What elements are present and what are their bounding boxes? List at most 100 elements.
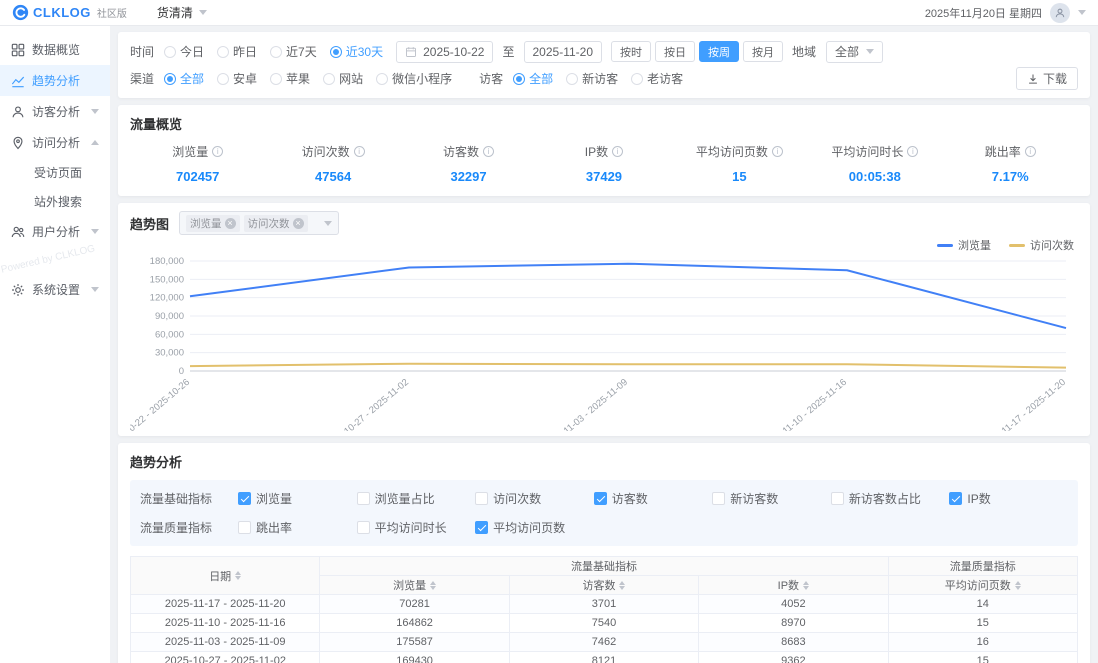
info-icon[interactable] [772,146,783,157]
chevron-down-icon[interactable] [1078,10,1086,15]
checkbox-avg-pages[interactable]: 平均访问页数 [475,519,594,536]
legend-marker [1009,244,1025,247]
radio-label: 近7天 [286,43,317,60]
cell-avg-pages: 14 [888,595,1077,614]
download-button[interactable]: 下载 [1016,67,1078,90]
checkbox-icon [712,492,725,505]
channel-option[interactable]: 网站 [323,70,363,87]
sidebar-item-visit-analysis[interactable]: 访问分析 [0,127,110,158]
info-icon[interactable] [1025,146,1036,157]
channel-option[interactable]: 苹果 [270,70,310,87]
info-icon[interactable] [612,146,623,157]
info-icon[interactable] [212,146,223,157]
calendar-icon [405,46,417,58]
granularity-week-button[interactable]: 按周 [699,41,739,62]
radio-label: 近30天 [346,43,383,60]
checkbox-visits[interactable]: 访问次数 [475,490,594,507]
metric-label: 浏览量 [172,143,208,160]
cell-pageviews: 164862 [320,614,509,633]
cell-pageviews: 70281 [320,595,509,614]
sort-icon[interactable] [235,571,241,580]
channel-option[interactable]: 全部 [164,70,204,87]
time-option[interactable]: 今日 [164,43,204,60]
sidebar-item-visitor-analysis[interactable]: 访客分析 [0,96,110,127]
logo-text: CLKLOG [33,5,91,20]
metric-multiselect[interactable]: 浏览量 访问次数 [179,211,339,235]
cell-date: 2025-11-03 - 2025-11-09 [131,633,320,652]
sidebar-item-overview[interactable]: 数据概览 [0,34,110,65]
checkbox-pageviews[interactable]: 浏览量 [238,490,357,507]
chevron-down-icon [91,229,99,234]
download-icon [1027,73,1039,85]
metrics-row: 浏览量 702457 访问次数 47564 访客数 32297 IP数 3742… [130,143,1078,184]
sidebar-item-user-analysis[interactable]: 用户分析 [0,216,110,247]
metric-value: 15 [732,169,746,184]
checkbox-ips[interactable]: IP数 [949,490,1068,507]
sort-icon[interactable] [1015,581,1021,590]
info-icon[interactable] [483,146,494,157]
visitor-option[interactable]: 新访客 [566,70,618,87]
remove-tag-icon[interactable] [293,218,304,229]
channel-option[interactable]: 微信小程序 [376,70,452,87]
sidebar-item-settings[interactable]: 系统设置 [0,274,110,305]
cell-ips: 4052 [699,595,888,614]
selected-metric-tag: 浏览量 [186,215,240,232]
metric-avg-duration: 平均访问时长 00:05:38 [807,143,942,184]
svg-text:2025-10-27 - 2025-11-02: 2025-10-27 - 2025-11-02 [323,377,410,431]
metric-visitors: 访客数 32297 [401,143,536,184]
time-option[interactable]: 近7天 [270,43,317,60]
info-icon[interactable] [907,146,918,157]
checkbox-label: IP数 [967,490,990,507]
sidebar: 数据概览 趋势分析 访客分析 访问分析 受访页面 站外搜索 用户分析 Power… [0,26,110,663]
checkbox-pageviews-ratio[interactable]: 浏览量占比 [357,490,476,507]
cell-ips: 9362 [699,652,888,663]
date-end-input[interactable]: 2025-11-20 [524,41,603,63]
region-select[interactable]: 全部 [826,41,883,63]
cell-visitors: 3701 [509,595,698,614]
sort-icon[interactable] [803,581,809,590]
cell-pageviews: 169430 [320,652,509,663]
checkbox-new-visitors-ratio[interactable]: 新访客数占比 [831,490,950,507]
sidebar-subitem-label: 受访页面 [34,164,82,181]
avatar[interactable] [1050,3,1070,23]
sort-icon[interactable] [430,581,436,590]
svg-text:120,000: 120,000 [150,293,184,304]
date-start-value: 2025-10-22 [423,45,484,59]
visitor-option[interactable]: 老访客 [631,70,683,87]
granularity-hour-button[interactable]: 按时 [611,41,651,62]
checkbox-visitors[interactable]: 访客数 [594,490,713,507]
radio-icon [217,46,229,58]
visitor-option[interactable]: 全部 [513,70,553,87]
time-option[interactable]: 近30天 [330,43,383,60]
chevron-up-icon [91,140,99,145]
basic-metrics-label: 流量基础指标 [140,490,238,507]
project-selector[interactable]: 货清清 [157,4,207,21]
app-logo[interactable]: CLKLOG 社区版 [12,4,127,21]
metric-pageviews: 浏览量 702457 [130,143,265,184]
location-pin-icon [11,136,25,150]
legend-item-visits[interactable]: 访问次数 [1009,237,1074,253]
granularity-day-button[interactable]: 按日 [655,41,695,62]
column-group-basic: 流量基础指标 [320,557,888,576]
checkbox-new-visitors[interactable]: 新访客数 [712,490,831,507]
sidebar-item-trend[interactable]: 趋势分析 [0,65,110,96]
checkbox-avg-duration[interactable]: 平均访问时长 [357,519,476,536]
channel-option[interactable]: 安卓 [217,70,257,87]
radio-icon [270,73,282,85]
legend-item-pageviews[interactable]: 浏览量 [937,237,991,253]
trend-chart-card: 趋势图 浏览量 访问次数 浏览量 [118,203,1090,436]
table-row: 2025-10-27 - 2025-11-02 169430 8121 9362… [131,652,1078,663]
time-option[interactable]: 昨日 [217,43,257,60]
sidebar-subitem-external-search[interactable]: 站外搜索 [0,187,110,216]
checkbox-bounce-rate[interactable]: 跳出率 [238,519,357,536]
sort-icon[interactable] [619,581,625,590]
date-start-input[interactable]: 2025-10-22 [396,41,493,63]
remove-tag-icon[interactable] [225,218,236,229]
sidebar-subitem-visited-pages[interactable]: 受访页面 [0,158,110,187]
info-icon[interactable] [354,146,365,157]
metric-value: 7.17% [992,169,1029,184]
column-group-quality: 流量质量指标 [888,557,1077,576]
region-value: 全部 [835,43,859,60]
granularity-month-button[interactable]: 按月 [743,41,783,62]
sidebar-subitem-label: 站外搜索 [34,193,82,210]
